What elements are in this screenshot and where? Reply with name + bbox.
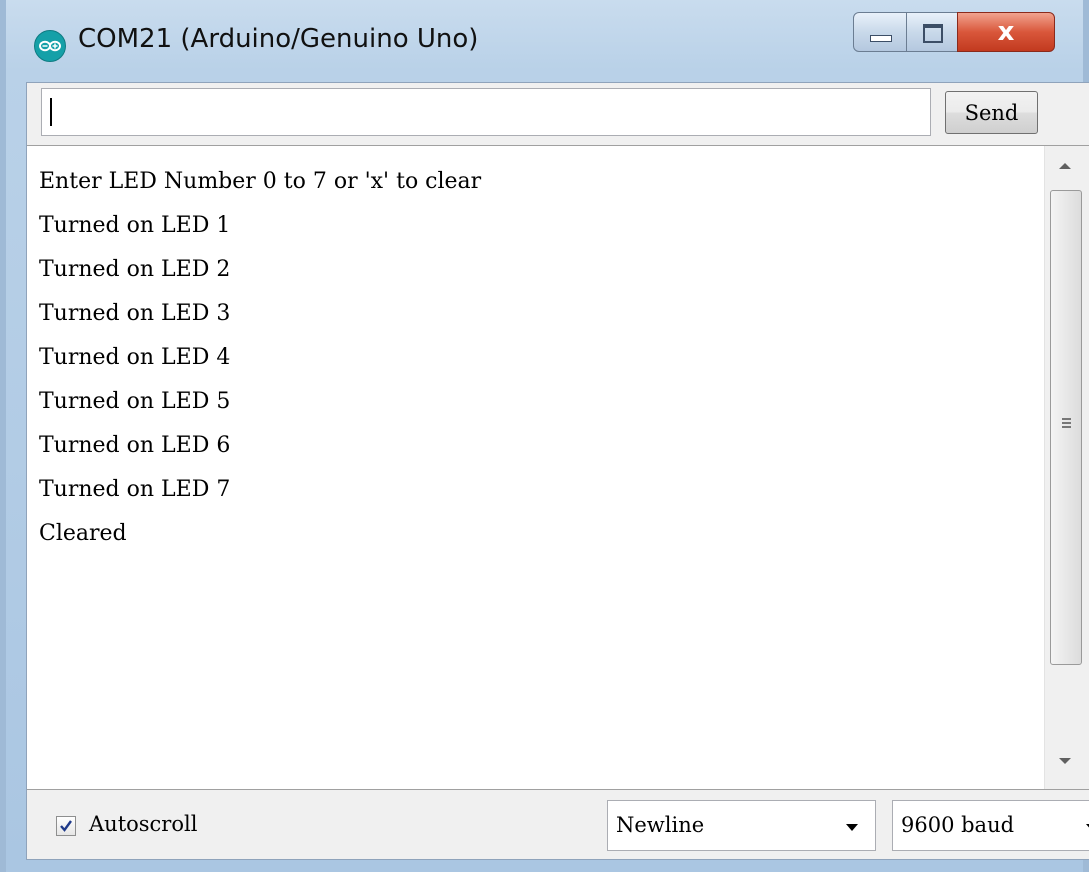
baud-rate-select[interactable]: 9600 baud [892,800,1089,851]
scroll-down-arrow-icon[interactable] [1059,758,1071,764]
serial-output-line: Turned on LED 2 [39,257,231,282]
send-button[interactable]: Send [945,91,1038,134]
minimize-button[interactable] [853,12,907,52]
serial-monitor-client: Send Enter LED Number 0 to 7 or 'x' to c… [26,82,1089,860]
scrollbar-thumb[interactable] [1050,190,1082,665]
serial-output-line: Turned on LED 5 [39,389,231,414]
serial-output-line: Turned on LED 6 [39,433,231,458]
window-title: COM21 (Arduino/Genuino Uno) [78,24,479,54]
serial-output-line: Turned on LED 1 [39,213,231,238]
serial-output-area[interactable]: Enter LED Number 0 to 7 or 'x' to clear T… [27,145,1089,790]
chevron-down-icon [846,824,858,831]
serial-input-field[interactable] [41,88,931,136]
line-ending-select[interactable]: Newline [607,800,876,851]
serial-monitor-window: COM21 (Arduino/Genuino Uno) x Send Enter… [0,0,1089,872]
line-ending-value: Newline [616,813,705,837]
serial-output-line: Turned on LED 3 [39,301,231,326]
maximize-button[interactable] [906,12,958,52]
checkmark-icon [60,820,72,832]
autoscroll-checkbox[interactable] [56,816,76,836]
serial-output-line: Turned on LED 7 [39,477,231,502]
baud-rate-value: 9600 baud [901,813,1015,837]
serial-output-line: Enter LED Number 0 to 7 or 'x' to clear [39,169,482,194]
scroll-up-arrow-icon[interactable] [1059,163,1071,169]
text-caret [50,98,52,126]
serial-output-lines: Enter LED Number 0 to 7 or 'x' to clear T… [39,168,481,564]
title-bar[interactable]: COM21 (Arduino/Genuino Uno) x [6,0,1083,82]
grip-icon [1062,418,1071,430]
close-icon: x [997,17,1015,47]
status-footer: Autoscroll Newline 9600 baud [27,790,1089,859]
serial-output-line: Cleared [39,521,127,546]
autoscroll-label: Autoscroll [89,812,198,836]
arduino-logo-icon [34,30,66,62]
serial-output-line: Turned on LED 4 [39,345,231,370]
vertical-scrollbar[interactable] [1044,146,1089,789]
close-button[interactable]: x [957,12,1055,52]
